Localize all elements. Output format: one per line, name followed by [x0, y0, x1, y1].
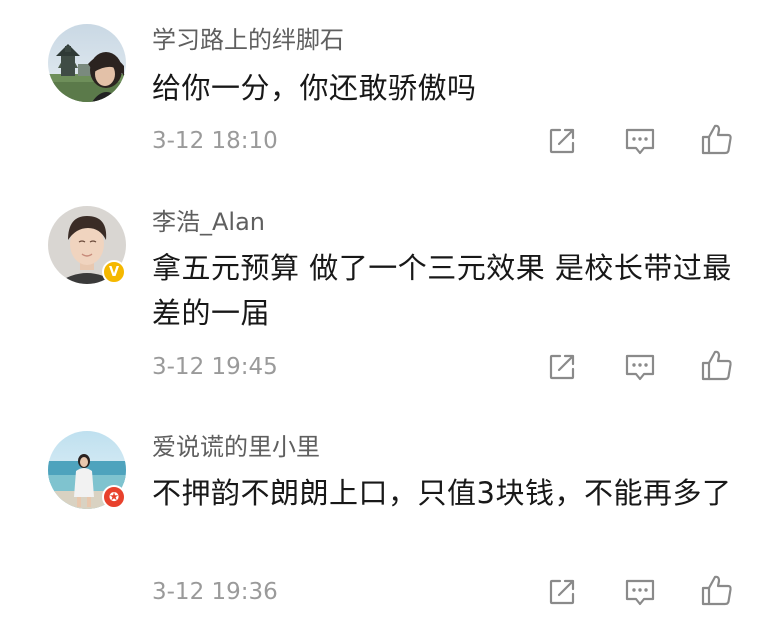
comment-feed: { "colors": { "username": "#5f5f5f", "te… — [0, 0, 768, 623]
share-icon — [549, 354, 575, 380]
timestamp: 3-12 18:10 — [152, 128, 278, 154]
comment-icon — [625, 354, 655, 381]
like-button[interactable] — [700, 348, 734, 382]
member-badge: ✪ — [102, 485, 126, 509]
comment-icon — [625, 128, 655, 155]
share-button[interactable] — [545, 124, 579, 158]
comment-item: ✪ 爱说谎的里小里 不押韵不朗朗上口，只值3块钱，不能再多了 3-12 19:3… — [0, 405, 768, 623]
comment-item: V 李浩_Alan 拿五元预算 做了一个三元效果 是校长带过最差的一届 3-12… — [0, 180, 768, 405]
reply-button[interactable] — [623, 575, 657, 609]
reply-button[interactable] — [623, 350, 657, 384]
comment-text[interactable]: 不押韵不朗朗上口，只值3块钱，不能再多了 — [152, 471, 742, 516]
share-button[interactable] — [545, 575, 579, 609]
comment-icon — [625, 579, 655, 606]
share-icon — [549, 579, 575, 605]
like-icon — [701, 350, 732, 381]
username[interactable]: 李浩_Alan — [152, 206, 265, 238]
share-icon — [549, 128, 575, 154]
comment-text[interactable]: 拿五元预算 做了一个三元效果 是校长带过最差的一届 — [152, 246, 742, 336]
comment-text[interactable]: 给你一分，你还敢骄傲吗 — [152, 66, 742, 111]
share-button[interactable] — [545, 350, 579, 384]
timestamp: 3-12 19:36 — [152, 579, 278, 605]
like-icon — [701, 124, 732, 155]
like-button[interactable] — [700, 122, 734, 156]
username[interactable]: 学习路上的绊脚石 — [152, 24, 344, 56]
avatar-photo — [48, 24, 126, 102]
avatar[interactable] — [48, 24, 126, 102]
verified-badge: V — [102, 260, 126, 284]
username[interactable]: 爱说谎的里小里 — [152, 431, 320, 463]
like-icon — [701, 575, 732, 606]
like-button[interactable] — [700, 573, 734, 607]
timestamp: 3-12 19:45 — [152, 354, 278, 380]
comment-item: 学习路上的绊脚石 给你一分，你还敢骄傲吗 3-12 18:10 — [0, 0, 768, 180]
reply-button[interactable] — [623, 124, 657, 158]
